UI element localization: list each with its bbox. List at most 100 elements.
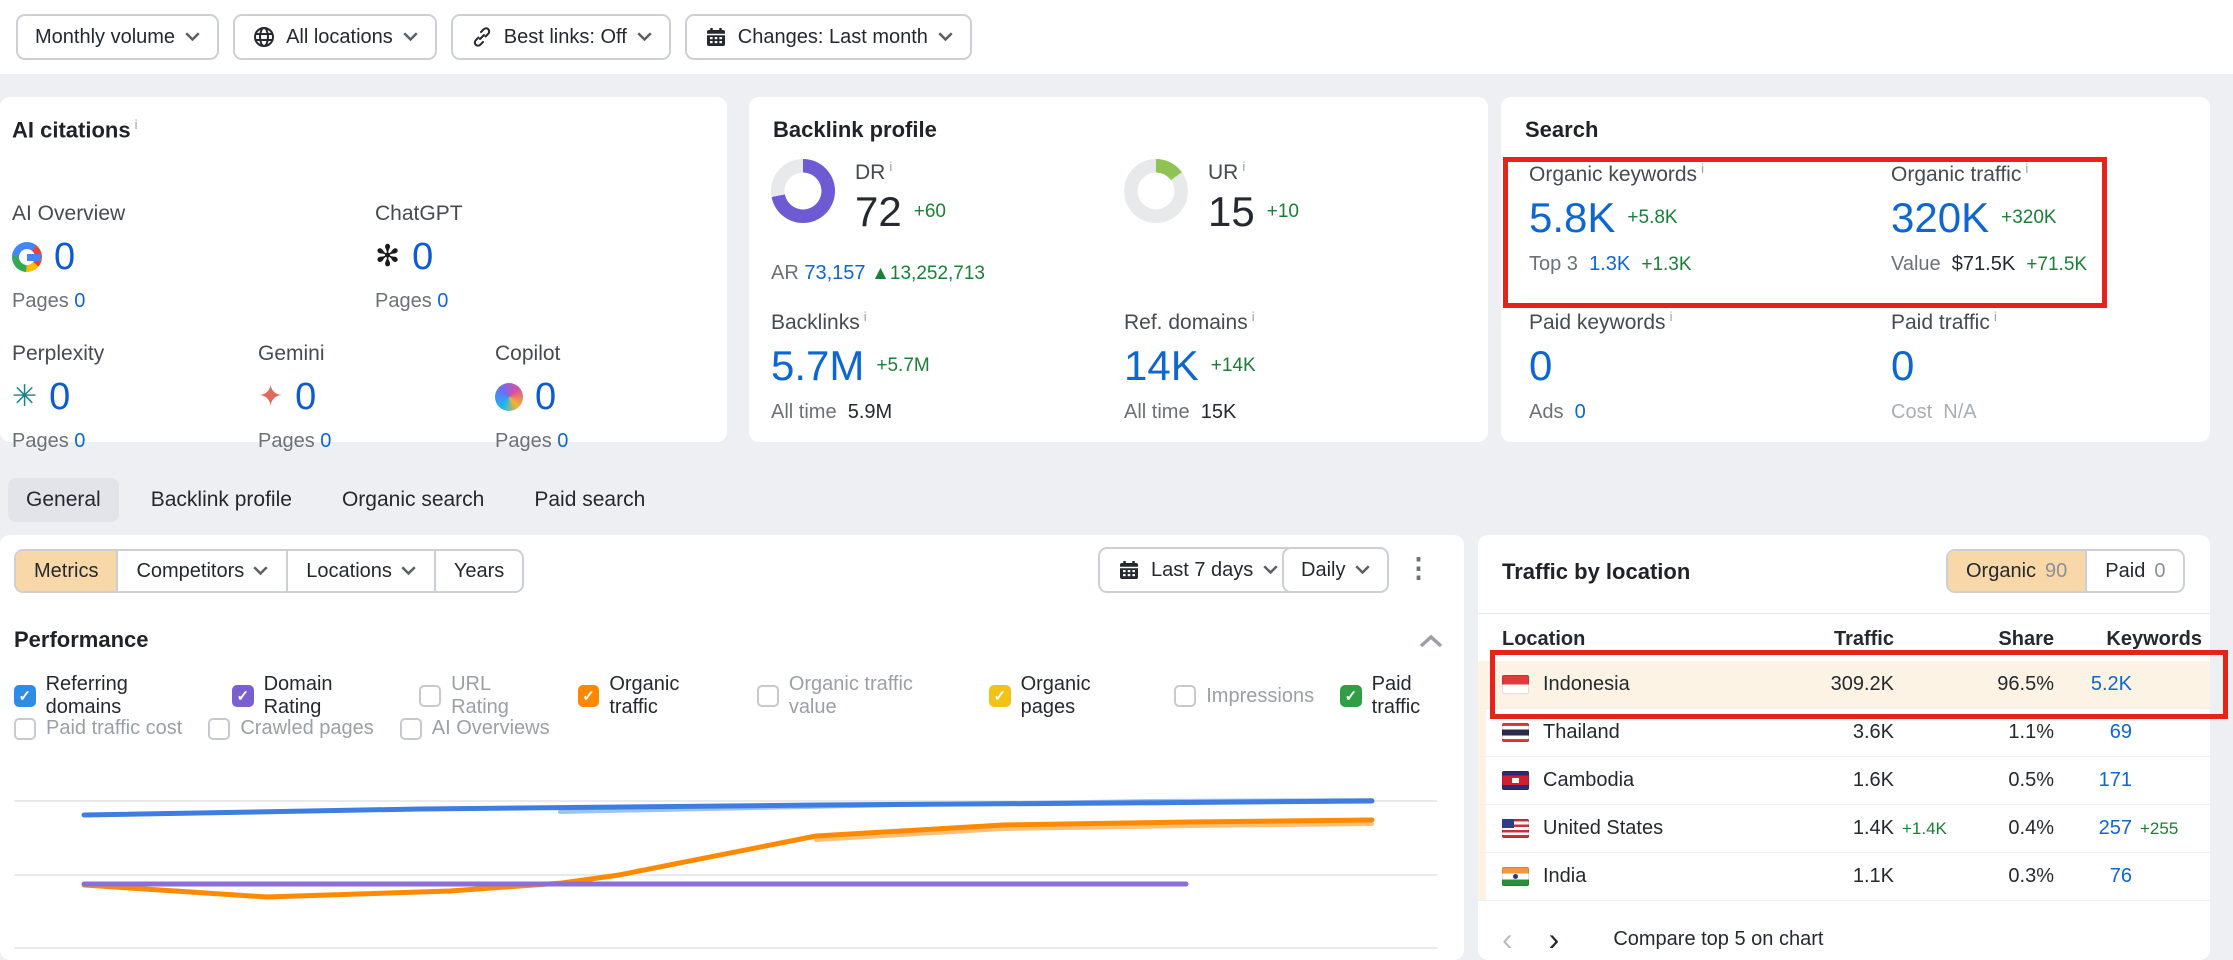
locations-filter-label: All locations: [286, 26, 393, 49]
table-row-cambodia[interactable]: Cambodia1.6K0.5%171: [1478, 757, 2210, 805]
segment-years[interactable]: Years: [434, 551, 522, 591]
tab-general[interactable]: General: [8, 478, 119, 522]
checkbox-organic-pages[interactable]: ✓Organic pages: [989, 673, 1148, 719]
gemini-pages-link[interactable]: 0: [320, 430, 331, 452]
table-row-united-states[interactable]: United States1.4K+1.4K0.4%257+255: [1478, 805, 2210, 853]
info-icon[interactable]: i: [1701, 161, 1704, 176]
traffic-delta: +1.4K: [1894, 819, 1966, 839]
table-row-india[interactable]: India1.1K0.3%76: [1478, 853, 2210, 901]
tab-backlink-profile[interactable]: Backlink profile: [133, 478, 310, 522]
organic-traffic-delta: +320K: [2001, 207, 2056, 229]
perplexity-pages-link[interactable]: 0: [74, 430, 85, 452]
unchecked-icon: [208, 718, 230, 740]
toggle-organic[interactable]: Organic 90: [1948, 551, 2085, 591]
traffic-value: 1.6K: [1744, 769, 1894, 792]
organic-traffic-value[interactable]: 320K: [1891, 197, 1989, 239]
checked-icon: ✓: [1340, 685, 1362, 707]
openai-icon: ✻: [375, 242, 400, 272]
keywords-cell: 171: [2054, 769, 2132, 792]
top3-link[interactable]: 1.3K: [1589, 253, 1630, 275]
segment-metrics[interactable]: Metrics: [16, 551, 116, 591]
performance-title: Performance: [14, 627, 149, 653]
checkbox-referring-domains[interactable]: ✓Referring domains: [14, 673, 206, 719]
location-cell: India: [1502, 865, 1744, 888]
share-value: 0.3%: [1966, 865, 2054, 888]
keywords-link[interactable]: 171: [2099, 769, 2132, 791]
table-row-thailand[interactable]: Thailand3.6K1.1%69: [1478, 709, 2210, 757]
keywords-link[interactable]: 257: [2099, 817, 2132, 839]
chevron-down-icon: [401, 566, 416, 576]
paid-keywords-value[interactable]: 0: [1529, 345, 1552, 387]
date-range-button[interactable]: Last 7 days: [1098, 547, 1297, 593]
segment-competitors[interactable]: Competitors: [116, 551, 286, 591]
tab-organic-search[interactable]: Organic search: [324, 478, 502, 522]
performance-chart[interactable]: [0, 743, 1464, 960]
info-icon[interactable]: i: [1252, 309, 1255, 324]
flag-india-icon: [1502, 867, 1529, 886]
chatgpt-count: 0: [412, 238, 433, 276]
segment-locations[interactable]: Locations: [286, 551, 434, 591]
best-links-filter[interactable]: Best links: Off: [451, 14, 671, 60]
location-table-header: Location Traffic Share Keywords: [1478, 617, 2210, 661]
checkbox-organic-traffic-value[interactable]: Organic traffic value: [757, 673, 963, 719]
chatgpt-pages-link[interactable]: 0: [437, 290, 448, 312]
info-icon[interactable]: i: [864, 309, 867, 324]
info-icon[interactable]: i: [1994, 309, 1997, 324]
tab-paid-search[interactable]: Paid search: [516, 478, 663, 522]
keywords-link[interactable]: 69: [2110, 721, 2132, 743]
toggle-paid[interactable]: Paid 0: [2085, 551, 2183, 591]
checkbox-ai-overviews[interactable]: AI Overviews: [400, 717, 550, 740]
prev-page-icon[interactable]: ‹: [1502, 923, 1513, 955]
col-traffic[interactable]: Traffic: [1744, 628, 1894, 651]
info-icon[interactable]: i: [889, 159, 892, 174]
checkbox-label: Organic traffic value: [789, 673, 963, 719]
ref-domains-value[interactable]: 14K: [1124, 345, 1199, 387]
compare-top5-link[interactable]: Compare top 5 on chart: [1613, 928, 1823, 951]
kebab-menu-icon[interactable]: ⋮: [1405, 555, 1432, 582]
keywords-link[interactable]: 76: [2110, 865, 2132, 887]
collapse-chevron-up-icon[interactable]: [1418, 633, 1444, 649]
flag-indonesia-icon: [1502, 675, 1529, 694]
checkbox-impressions[interactable]: Impressions: [1174, 685, 1314, 708]
location-cell: Thailand: [1502, 721, 1744, 744]
chevron-down-icon: [253, 566, 268, 576]
changes-filter[interactable]: Changes: Last month: [685, 14, 972, 60]
checkbox-url-rating[interactable]: URL Rating: [419, 673, 551, 719]
ur-label: URi: [1208, 159, 1299, 185]
ahrefs-rank-link[interactable]: 73,157: [804, 262, 865, 284]
organic-keywords-label: Organic keywordsi: [1529, 161, 1704, 187]
copilot-pages-link[interactable]: 0: [557, 430, 568, 452]
keywords-delta: +255: [2132, 819, 2202, 839]
checkbox-paid-traffic[interactable]: ✓Paid traffic: [1340, 673, 1464, 719]
location-name: Thailand: [1543, 721, 1620, 744]
monthly-volume-filter[interactable]: Monthly volume: [16, 14, 219, 60]
checkbox-paid-traffic-cost[interactable]: Paid traffic cost: [14, 717, 182, 740]
next-page-icon[interactable]: ›: [1549, 923, 1560, 955]
col-location[interactable]: Location: [1502, 628, 1744, 651]
table-row-indonesia[interactable]: Indonesia309.2K96.5%5.2K: [1478, 661, 2210, 709]
unchecked-icon: [1174, 685, 1196, 707]
unchecked-icon: [757, 685, 779, 707]
paid-traffic-value[interactable]: 0: [1891, 345, 1914, 387]
backlinks-value[interactable]: 5.7M: [771, 345, 864, 387]
info-icon[interactable]: i: [2025, 161, 2028, 176]
col-keywords[interactable]: Keywords: [2054, 628, 2202, 651]
checkbox-organic-traffic[interactable]: ✓Organic traffic: [578, 673, 731, 719]
ads-link[interactable]: 0: [1575, 401, 1586, 423]
globe-icon: [252, 25, 276, 49]
organic-keywords-value[interactable]: 5.8K: [1529, 197, 1615, 239]
share-value: 0.4%: [1966, 817, 2054, 840]
keywords-link[interactable]: 5.2K: [2091, 673, 2132, 695]
checked-icon: ✓: [232, 685, 254, 707]
info-icon[interactable]: i: [135, 117, 138, 132]
gemini-count: 0: [295, 378, 316, 416]
ai-overview-pages-link[interactable]: 0: [74, 290, 85, 312]
checkbox-crawled-pages[interactable]: Crawled pages: [208, 717, 373, 740]
locations-filter[interactable]: All locations: [233, 14, 437, 60]
granularity-button[interactable]: Daily: [1282, 547, 1389, 593]
info-icon[interactable]: i: [1242, 159, 1245, 174]
info-icon[interactable]: i: [1670, 309, 1673, 324]
col-share[interactable]: Share: [1966, 628, 2054, 651]
chevron-down-icon: [938, 32, 953, 42]
checkbox-domain-rating[interactable]: ✓Domain Rating: [232, 673, 393, 719]
